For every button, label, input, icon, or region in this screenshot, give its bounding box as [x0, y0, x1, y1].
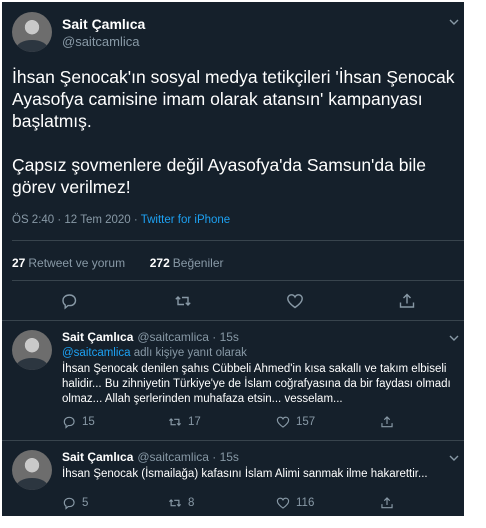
- replying-to-mention[interactable]: @saitcamlica: [62, 347, 131, 359]
- like-count: 157: [296, 416, 316, 428]
- like-button[interactable]: 116: [276, 496, 314, 510]
- tweet-timestamp[interactable]: ÖS 2:40 · 12 Tem 2020 ·: [12, 214, 141, 226]
- like-stat[interactable]: 272 Beğeniler: [150, 256, 224, 270]
- retweet-button[interactable]: 17: [168, 415, 201, 429]
- reply-tweet[interactable]: Sait Çamlıca @saitcamlica · 15s İhsan Şen…: [2, 446, 464, 516]
- retweet-stat[interactable]: 27 Retweet ve yorum: [12, 256, 125, 270]
- share-icon: [381, 416, 393, 428]
- author-name[interactable]: Sait Çamlıca: [62, 16, 145, 32]
- reply-actions: 15 17 157: [62, 415, 458, 431]
- main-tweet-text: İhsan Şenocak'ın sosyal medya tetikçiler…: [12, 67, 455, 197]
- divider: [2, 440, 464, 441]
- replying-to: @saitcamlica adlı kişiye yanıt olarak: [62, 347, 247, 359]
- share-button[interactable]: [380, 496, 394, 510]
- reply-text: İhsan Şenocak (İsmailağa) kafasını İslam…: [62, 468, 428, 480]
- retweet-button[interactable]: 8: [168, 496, 194, 510]
- reply-icon: [63, 416, 75, 429]
- reply-header: Sait Çamlıca @saitcamlica · 15s: [62, 330, 458, 344]
- tweet-source-link[interactable]: Twitter for iPhone: [141, 214, 230, 226]
- retweet-icon[interactable]: [174, 292, 192, 310]
- reply-button[interactable]: 15: [62, 415, 95, 429]
- author-name[interactable]: Sait Çamlıca: [62, 330, 133, 344]
- retweet-icon: [168, 499, 182, 507]
- divider: [12, 240, 464, 241]
- share-icon[interactable]: [398, 292, 416, 310]
- like-icon: [276, 497, 290, 509]
- author-handle[interactable]: @saitcamlica: [62, 34, 145, 49]
- reply-tweet[interactable]: Sait Çamlıca @saitcamlica · 15s @saitcaml…: [2, 326, 464, 438]
- retweet-icon: [168, 418, 182, 426]
- like-icon[interactable]: [286, 292, 304, 310]
- reply-icon[interactable]: [60, 292, 78, 310]
- avatar[interactable]: [12, 330, 52, 370]
- reply-count: 15: [82, 416, 95, 428]
- tweet-thread: Sait Çamlıca @saitcamlica İhsan Şenocak'…: [2, 2, 464, 516]
- reply-button[interactable]: 5: [62, 496, 88, 510]
- reply-count: 5: [82, 497, 89, 509]
- share-button[interactable]: [380, 415, 394, 429]
- like-button[interactable]: 157: [276, 415, 315, 429]
- share-icon: [381, 497, 393, 509]
- chevron-down-icon[interactable]: [448, 16, 460, 28]
- author-name[interactable]: Sait Çamlıca: [62, 450, 133, 464]
- retweet-count: 8: [188, 497, 195, 509]
- divider: [2, 320, 464, 321]
- divider: [12, 280, 464, 281]
- like-icon: [276, 416, 290, 428]
- reply-header: Sait Çamlıca @saitcamlica · 15s: [62, 450, 458, 464]
- main-tweet-actions: [2, 292, 464, 312]
- like-count: 116: [296, 497, 315, 509]
- reply-text: İhsan Şenocak denilen şahıs Cübbeli Ahme…: [62, 363, 451, 405]
- tweet-meta: ÖS 2:40 · 12 Tem 2020 · Twitter for iPho…: [12, 214, 230, 226]
- reply-actions: 5 8 116: [62, 496, 458, 512]
- tweet-stats: 27 Retweet ve yorum 272 Beğeniler: [12, 256, 223, 270]
- main-tweet-header: Sait Çamlıca @saitcamlica: [12, 12, 145, 52]
- avatar[interactable]: [12, 450, 52, 490]
- retweet-count: 17: [188, 416, 201, 428]
- author-handle[interactable]: @saitcamlica · 15s: [137, 450, 239, 464]
- reply-icon: [63, 497, 75, 510]
- author-handle[interactable]: @saitcamlica · 15s: [137, 330, 239, 344]
- avatar[interactable]: [12, 12, 52, 52]
